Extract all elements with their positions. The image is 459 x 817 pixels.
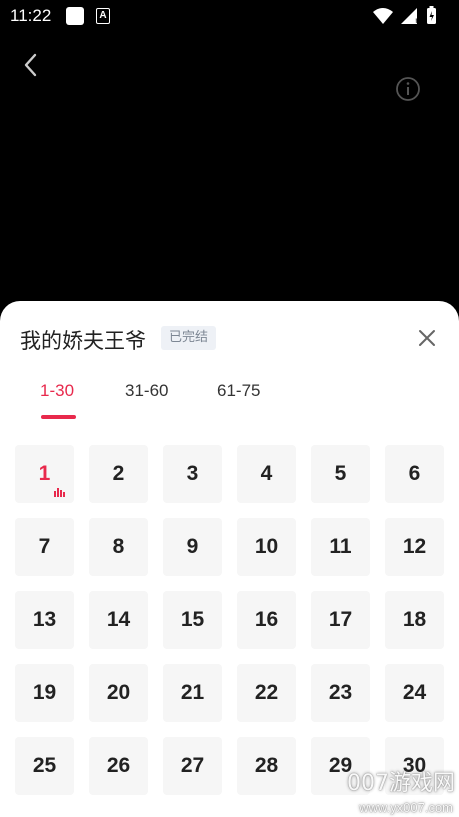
episode-number: 25 <box>32 754 57 777</box>
episode-number: 11 <box>329 535 352 558</box>
info-button[interactable] <box>394 75 422 103</box>
episode-number: 4 <box>260 462 273 485</box>
episode-cell[interactable]: 9 <box>163 518 222 576</box>
episode-grid: 1 2 3 4 5 6 7 8 9 10 11 12 13 14 15 16 17 18 19 20 21 22 23 24 2… <box>15 445 445 795</box>
active-tab-indicator <box>41 415 76 419</box>
episode-number: 15 <box>180 608 205 631</box>
episode-cell[interactable]: 18 <box>385 591 444 649</box>
episode-cell[interactable]: 3 <box>163 445 222 503</box>
episode-number: 20 <box>106 681 131 704</box>
episode-cell[interactable]: 11 <box>311 518 370 576</box>
battery-icon <box>427 6 436 24</box>
episode-number: 27 <box>180 754 205 777</box>
watermark-logo: 007游戏网 <box>347 771 455 796</box>
episode-number: 10 <box>254 535 279 558</box>
episode-number: 2 <box>112 462 125 485</box>
notification-icon <box>66 7 84 25</box>
episode-cell[interactable]: 27 <box>163 737 222 795</box>
episode-number: 22 <box>254 681 279 704</box>
status-badge: 已完结 <box>161 326 217 350</box>
episode-cell[interactable]: 4 <box>237 445 296 503</box>
episode-number: 12 <box>402 535 427 558</box>
tab-31-60[interactable]: 31-60 <box>125 381 168 401</box>
episode-number: 19 <box>32 681 57 704</box>
episode-number: 14 <box>106 608 131 631</box>
episode-cell[interactable]: 20 <box>89 664 148 722</box>
app-notification-icon: A <box>96 8 110 24</box>
episode-number: 21 <box>180 681 205 704</box>
close-button[interactable] <box>414 325 440 351</box>
episode-number: 1 <box>38 462 51 485</box>
status-bar: 11:22 A ! <box>0 0 459 32</box>
status-icons: ! <box>371 6 451 27</box>
episode-cell[interactable]: 23 <box>311 664 370 722</box>
episode-cell[interactable]: 7 <box>15 518 74 576</box>
drama-title: 我的娇夫王爷 <box>20 329 146 353</box>
episode-cell[interactable]: 8 <box>89 518 148 576</box>
episode-cell[interactable]: 26 <box>89 737 148 795</box>
watermark-url: www.yx007.com <box>359 800 453 815</box>
wifi-icon <box>373 8 393 24</box>
episode-cell[interactable]: 1 <box>15 445 74 503</box>
close-icon <box>419 330 435 346</box>
playing-bars-icon <box>54 487 68 497</box>
episode-number: 9 <box>186 535 199 558</box>
episode-number: 28 <box>254 754 279 777</box>
episode-cell[interactable]: 5 <box>311 445 370 503</box>
episode-number: 7 <box>38 535 51 558</box>
episode-cell[interactable]: 13 <box>15 591 74 649</box>
episode-number: 18 <box>402 608 427 631</box>
tab-61-75[interactable]: 61-75 <box>217 381 260 401</box>
episode-number: 3 <box>186 462 199 485</box>
svg-text:!: ! <box>415 17 418 26</box>
episode-number: 16 <box>254 608 279 631</box>
back-arrow-icon <box>24 53 37 77</box>
episode-number: 23 <box>328 681 353 704</box>
episode-cell[interactable]: 28 <box>237 737 296 795</box>
episode-cell[interactable]: 10 <box>237 518 296 576</box>
episode-number: 5 <box>334 462 347 485</box>
back-button[interactable] <box>18 50 46 80</box>
episode-number: 6 <box>408 462 421 485</box>
episode-cell[interactable]: 19 <box>15 664 74 722</box>
episode-cell[interactable]: 15 <box>163 591 222 649</box>
episode-cell[interactable]: 21 <box>163 664 222 722</box>
episode-cell[interactable]: 6 <box>385 445 444 503</box>
episode-number: 8 <box>112 535 125 558</box>
episode-number: 17 <box>328 608 353 631</box>
signal-icon: ! <box>401 8 418 27</box>
episode-cell[interactable]: 25 <box>15 737 74 795</box>
episode-number: 26 <box>106 754 131 777</box>
episode-cell[interactable]: 12 <box>385 518 444 576</box>
episode-number: 13 <box>32 608 57 631</box>
episode-cell[interactable]: 22 <box>237 664 296 722</box>
episode-cell[interactable]: 2 <box>89 445 148 503</box>
tab-1-30[interactable]: 1-30 <box>40 381 74 401</box>
episode-number: 24 <box>402 681 427 704</box>
episode-sheet: 我的娇夫王爷 已完结 1-30 31-60 61-75 1 2 3 4 5 6 7 8 9 10 1… <box>0 301 459 817</box>
episode-cell[interactable]: 16 <box>237 591 296 649</box>
episode-cell[interactable]: 24 <box>385 664 444 722</box>
episode-cell[interactable]: 14 <box>89 591 148 649</box>
episode-cell[interactable]: 17 <box>311 591 370 649</box>
status-time: 11:22 <box>10 6 52 25</box>
info-icon <box>396 77 420 101</box>
